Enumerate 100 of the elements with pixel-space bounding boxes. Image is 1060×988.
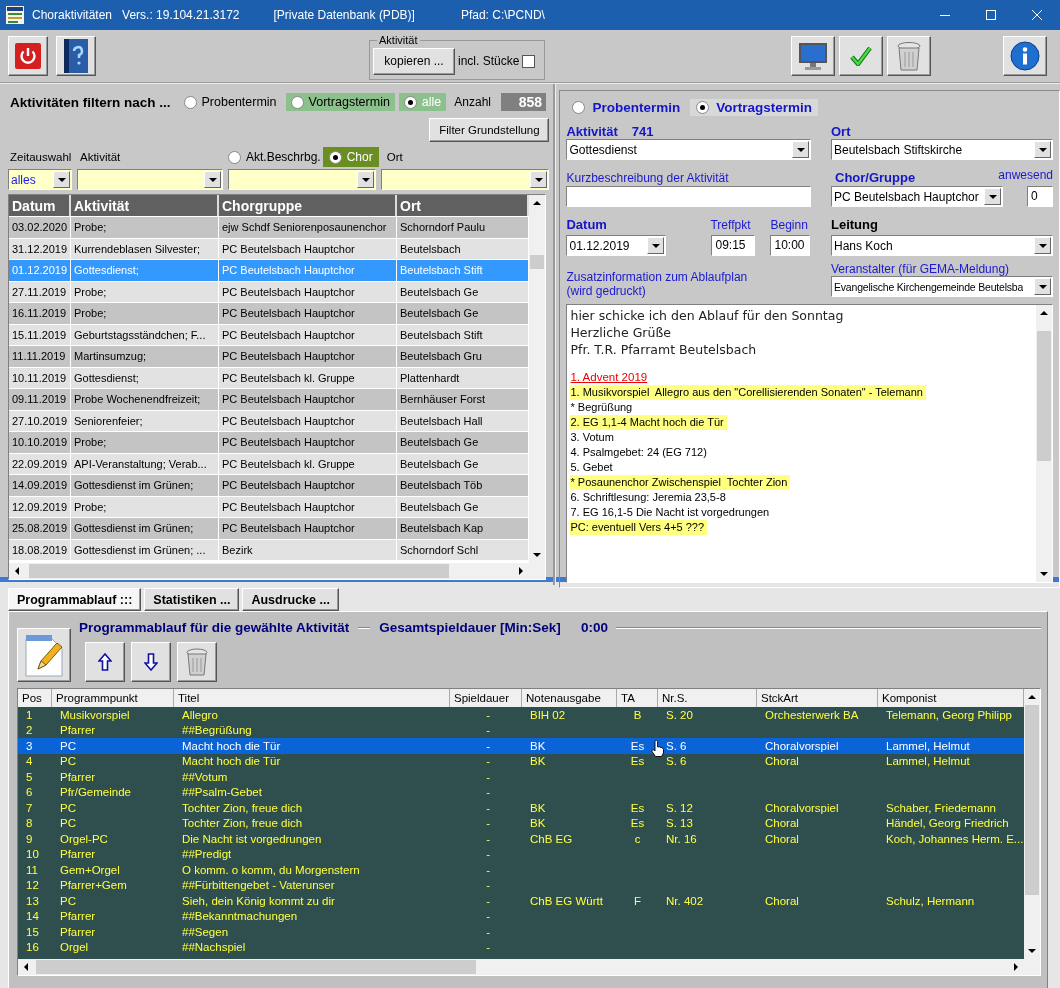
table-cell-text: Choral: [764, 893, 800, 909]
field-label: Beginn: [770, 218, 808, 232]
text-field[interactable]: 10:00: [770, 235, 811, 256]
table-cell-text: PC: [59, 738, 77, 754]
table-cell: 25.08.2019: [9, 518, 71, 539]
dropdown-button[interactable]: [357, 171, 374, 188]
dropdown-button[interactable]: [1034, 278, 1051, 295]
dropdown-button[interactable]: [53, 171, 70, 188]
trash-icon: [186, 648, 208, 676]
table-cell-text: S. 6: [665, 738, 688, 754]
confirm-button[interactable]: [839, 36, 883, 76]
table-cell-text: Nr. 402: [665, 893, 705, 909]
dropdown-field[interactable]: PC Beutelsbach Hauptchor: [831, 186, 1003, 207]
caret-down-icon: [1028, 949, 1036, 953]
radio-button[interactable]: [328, 150, 342, 164]
radio-button[interactable]: [183, 95, 197, 109]
tab[interactable]: Ausdrucke ...: [242, 588, 339, 611]
version-label: Vers.: 19.104.21.3172: [122, 8, 240, 22]
table-cell-text: Gem+Orgel: [59, 862, 121, 878]
option-label: Probentermin: [201, 95, 277, 109]
dropdown-field[interactable]: Evangelische Kirchengemeinde Beutelsba: [831, 276, 1053, 297]
dropdown-button[interactable]: [984, 188, 1001, 205]
table-cell-text: -: [485, 831, 491, 847]
table-cell: 09.11.2019: [9, 389, 71, 410]
count-value: 858: [501, 93, 547, 111]
table-cell: Seniorenfeier;: [71, 410, 219, 431]
table-cell-text: -: [485, 800, 491, 816]
window-title: Choraktivitäten: [32, 8, 113, 22]
table-cell: Es: [630, 738, 645, 754]
dropdown-button[interactable]: [792, 141, 810, 158]
dropdown-field[interactable]: Beutelsbach Stiftskirche: [831, 139, 1053, 160]
table-cell: 16.11.2019: [9, 303, 71, 324]
table-cell-text: Musikvorspiel: [59, 707, 131, 723]
dropdown-field[interactable]: [228, 169, 376, 190]
activity-number: 741: [631, 124, 654, 139]
dropdown-field[interactable]: Hans Koch: [831, 235, 1053, 256]
dropdown-field[interactable]: alles: [8, 169, 72, 190]
power-button[interactable]: [8, 36, 48, 76]
tab[interactable]: Programmablauf :::: [8, 588, 142, 611]
dropdown-field[interactable]: [77, 169, 223, 190]
table-cell-text: 13: [25, 893, 40, 909]
caret-down-icon: [57, 177, 66, 182]
maximize-icon: [986, 10, 996, 20]
text-field[interactable]: 0: [1027, 186, 1053, 207]
close-icon: [1032, 10, 1042, 20]
field-label: Treffpkt: [710, 218, 752, 232]
table-cell: F: [634, 893, 641, 909]
radio-button[interactable]: [696, 100, 710, 114]
table-cell-text: Choral: [764, 816, 800, 831]
table-cell: PC Beutelsbach Hauptchor: [219, 324, 397, 345]
table-cell-text: ##Bekanntmachungen: [181, 909, 299, 924]
caret-down-icon: [208, 177, 217, 182]
delete-button[interactable]: [887, 36, 931, 76]
table-cell-text: Tochter Zion, freue dich: [181, 800, 304, 816]
dropdown-button[interactable]: [530, 171, 548, 188]
dropdown-button[interactable]: [1034, 141, 1051, 158]
table-cell-text: Choral: [764, 831, 800, 847]
dropdown-field[interactable]: [381, 169, 550, 190]
duration-label: Gesamtspieldauer [Min:Sek]: [379, 620, 561, 635]
table-cell: 22.09.2019: [9, 453, 71, 474]
field-label: Aktivität: [566, 124, 618, 139]
delete-button[interactable]: [177, 642, 217, 682]
move-up-button[interactable]: [85, 642, 125, 682]
table-cell: PC Beutelsbach Hauptchor: [219, 518, 397, 539]
caret-down-icon: [534, 177, 543, 182]
minimize-icon: [940, 14, 950, 16]
tab[interactable]: Statistiken ...: [144, 588, 240, 611]
count-label: Anzahl: [454, 95, 492, 109]
memo-line: 5. Gebet: [570, 460, 614, 475]
table-cell-text: ##Votum: [181, 769, 229, 785]
dropdown-field[interactable]: 01.12.2019: [566, 235, 667, 256]
table-cell-text: ##Fürbittengebet - Vaterunser: [181, 878, 336, 893]
table-cell-text: Schaber, Friedemann: [885, 800, 997, 816]
radio-button[interactable]: [403, 95, 417, 109]
dropdown-field[interactable]: Gottesdienst: [566, 139, 812, 160]
table-cell-text: 6: [25, 785, 34, 800]
caret-down-icon: [1038, 284, 1047, 289]
table-cell: 31.12.2019: [9, 238, 71, 259]
radio-button[interactable]: [290, 95, 304, 109]
table-cell-text: Es: [630, 816, 645, 831]
info-button[interactable]: [1003, 36, 1047, 76]
dropdown-button[interactable]: [1034, 237, 1051, 254]
memo-field[interactable]: [566, 304, 1053, 583]
copy-button[interactable]: kopieren ...: [373, 47, 455, 75]
power-icon: [15, 43, 41, 69]
radio-button[interactable]: [228, 150, 241, 164]
edit-button[interactable]: [17, 628, 71, 682]
help-button[interactable]: [56, 36, 96, 76]
table-cell: B: [633, 707, 642, 723]
text-field[interactable]: 09:15: [711, 235, 756, 256]
radio-button[interactable]: [572, 100, 586, 114]
table-cell: 15.11.2019: [9, 324, 71, 345]
dropdown-button[interactable]: [647, 237, 665, 254]
checkbox[interactable]: [522, 54, 536, 68]
monitor-button[interactable]: [791, 36, 835, 76]
reset-filter-button[interactable]: Filter Grundstellung: [429, 118, 550, 142]
table-cell-text: 7: [25, 800, 34, 816]
dropdown-button[interactable]: [204, 171, 221, 188]
move-down-button[interactable]: [131, 642, 171, 682]
text-field[interactable]: [566, 186, 812, 207]
